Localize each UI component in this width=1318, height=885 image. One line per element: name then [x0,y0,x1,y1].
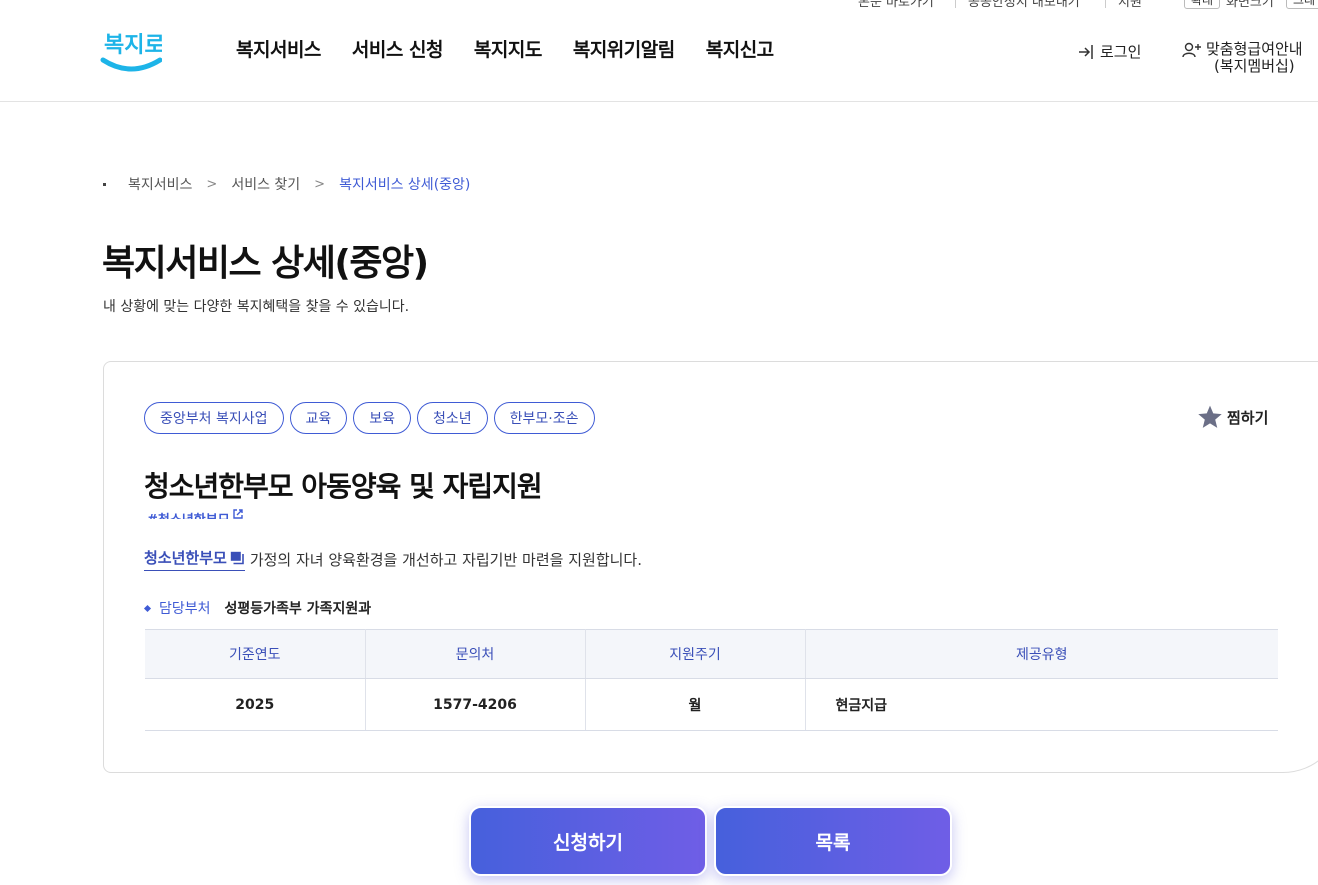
logo-mark-icon: 복지로 [100,33,165,72]
membership-link[interactable]: 맞춤형급여안내 (복지멤버십) [1182,41,1303,75]
bullet-diamond-icon [143,604,152,612]
user-add-icon [1182,42,1201,58]
table-cell-year: 2025 [145,678,366,731]
login-icon [1079,44,1093,59]
membership-line1: 맞춤형급여안내 [1206,40,1303,58]
svg-text:복지로: 복지로 [104,33,162,58]
tag-central-ministry[interactable]: 중앙부처 복지사업 [144,402,284,434]
breadcrumb-item[interactable]: 서비스 찾기 [231,174,300,194]
bookmark-label: 찜하기 [1227,408,1269,427]
home-dot-icon [103,182,106,186]
popup-icon [230,551,244,564]
breadcrumb-current: 복지서비스 상세(중앙) [339,177,471,193]
department-label: 담당부처 [159,601,211,617]
site-header: 복지로 복지서비스 서비스 신청 복지지도 복지위기알림 복지신고 로그인 맞춤… [0,0,1318,102]
membership-label: 맞춤형급여안내 (복지멤버십) [1206,41,1303,75]
login-label: 로그인 [1100,43,1142,61]
external-link-icon [232,509,243,519]
table-header: 기준연도 [145,629,366,679]
nav-service-apply[interactable]: 서비스 신청 [352,35,444,62]
table-row: 2025 1577-4206 월 현금지급 [145,678,1278,731]
table-cell-type: 현금지급 [805,678,1278,731]
table-header: 지원주기 [585,629,806,679]
breadcrumb-item[interactable]: 복지서비스 [128,174,192,194]
description-term-label: 청소년한부모 [144,549,227,567]
chevron-right-icon: > [314,176,326,192]
page-description: 내 상황에 맞는 다양한 복지혜택을 찾을 수 있습니다. [103,299,410,315]
service-description: 청소년한부모 가정의 자녀 양육환경을 개선하고 자립기반 마련을 지원합니다. [144,547,642,571]
nav-welfare-service[interactable]: 복지서비스 [236,35,321,62]
tag-youth[interactable]: 청소년 [417,402,488,434]
hashtag-label: #청소년한부모 [147,509,230,519]
list-button[interactable]: 목록 [714,806,952,876]
description-text: 가정의 자녀 양육환경을 개선하고 자립기반 마련을 지원합니다. [249,550,642,569]
star-icon [1198,405,1222,428]
action-buttons: 신청하기 목록 [469,806,959,876]
table-cell-cycle: 월 [585,678,806,731]
page-title: 복지서비스 상세(중앙) [102,243,429,284]
table-header-row: 기준연도 문의처 지원주기 제공유형 [145,629,1278,679]
service-info-table: 기준연도 문의처 지원주기 제공유형 2025 1577-4206 월 현금지급 [145,629,1278,731]
hashtag-link[interactable]: #청소년한부모 [147,508,244,519]
nav-welfare-report[interactable]: 복지신고 [706,35,774,62]
table-header: 제공유형 [805,629,1278,679]
chevron-right-icon: > [206,176,218,192]
membership-line2: (복지멤버십) [1213,57,1295,75]
site-logo[interactable]: 복지로 [100,20,165,76]
nav-welfare-map[interactable]: 복지지도 [474,35,542,62]
tag-single-parent[interactable]: 한부모·조손 [493,402,595,434]
bookmark-button[interactable]: 찜하기 [1197,404,1268,430]
table-cell-contact: 1577-4206 [365,678,586,731]
tag-childcare[interactable]: 보육 [353,402,412,434]
login-link[interactable]: 로그인 [1078,41,1141,62]
main-nav: 복지서비스 서비스 신청 복지지도 복지위기알림 복지신고 [236,35,805,62]
breadcrumb: 복지서비스 > 서비스 찾기 > 복지서비스 상세(중앙) [103,174,470,194]
service-title: 청소년한부모 아동양육 및 자립지원 [144,470,543,503]
department-info: 담당부처 성평등가족부 가족지원과 [143,598,372,618]
apply-button[interactable]: 신청하기 [469,806,707,876]
description-term-link[interactable]: 청소년한부모 [144,547,245,571]
tag-education[interactable]: 교육 [289,402,348,434]
department-value: 성평등가족부 가족지원과 [224,601,372,617]
table-header: 문의처 [365,629,586,679]
tag-list: 중앙부처 복지사업 교육 보육 청소년 한부모·조손 [144,402,601,434]
nav-crisis-alert[interactable]: 복지위기알림 [573,35,675,62]
